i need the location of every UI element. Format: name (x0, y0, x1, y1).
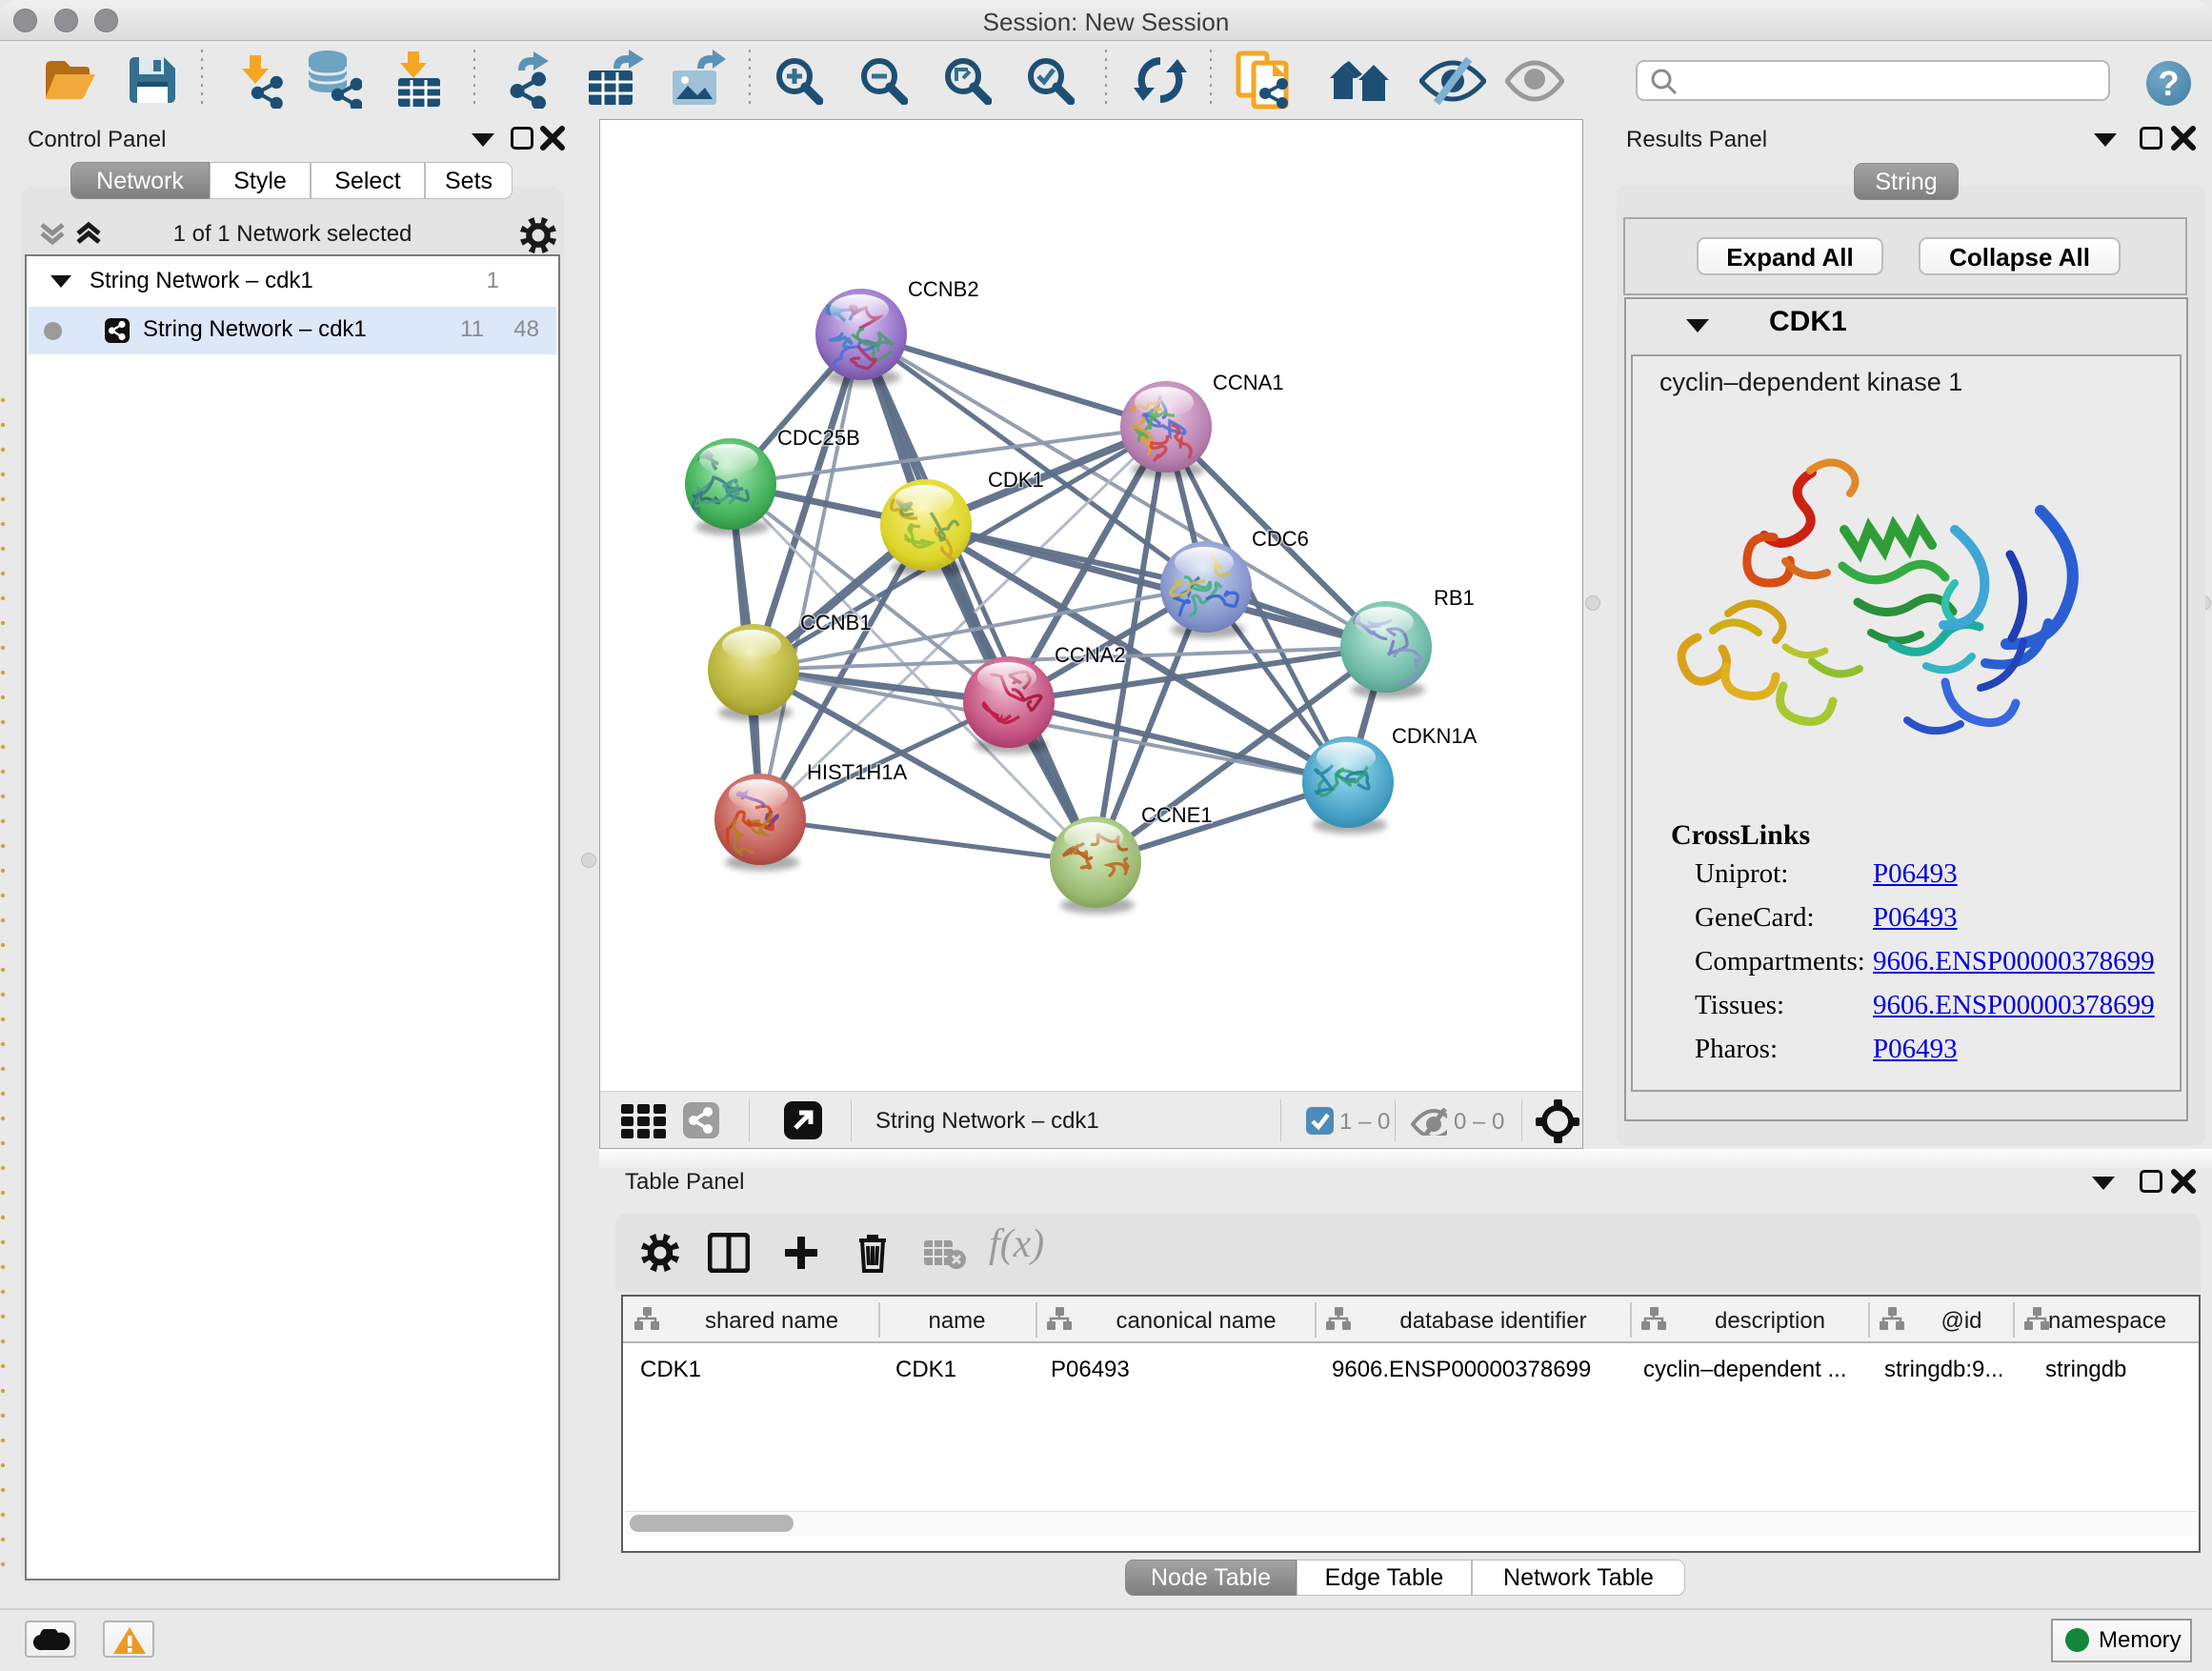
svg-text:CCNA2: CCNA2 (1055, 643, 1126, 667)
svg-text:CDC25B: CDC25B (777, 426, 860, 450)
svg-text:CDKN1A: CDKN1A (1392, 724, 1478, 748)
svg-text:CDK1: CDK1 (988, 468, 1044, 492)
svg-text:CCNB2: CCNB2 (908, 277, 979, 301)
svg-text:RB1: RB1 (1434, 586, 1475, 610)
svg-text:HIST1H1A: HIST1H1A (807, 760, 907, 784)
svg-text:CCNB1: CCNB1 (800, 611, 872, 634)
svg-text:CDC6: CDC6 (1252, 527, 1309, 551)
svg-text:CCNA1: CCNA1 (1213, 371, 1284, 394)
svg-text:CCNE1: CCNE1 (1141, 803, 1213, 827)
